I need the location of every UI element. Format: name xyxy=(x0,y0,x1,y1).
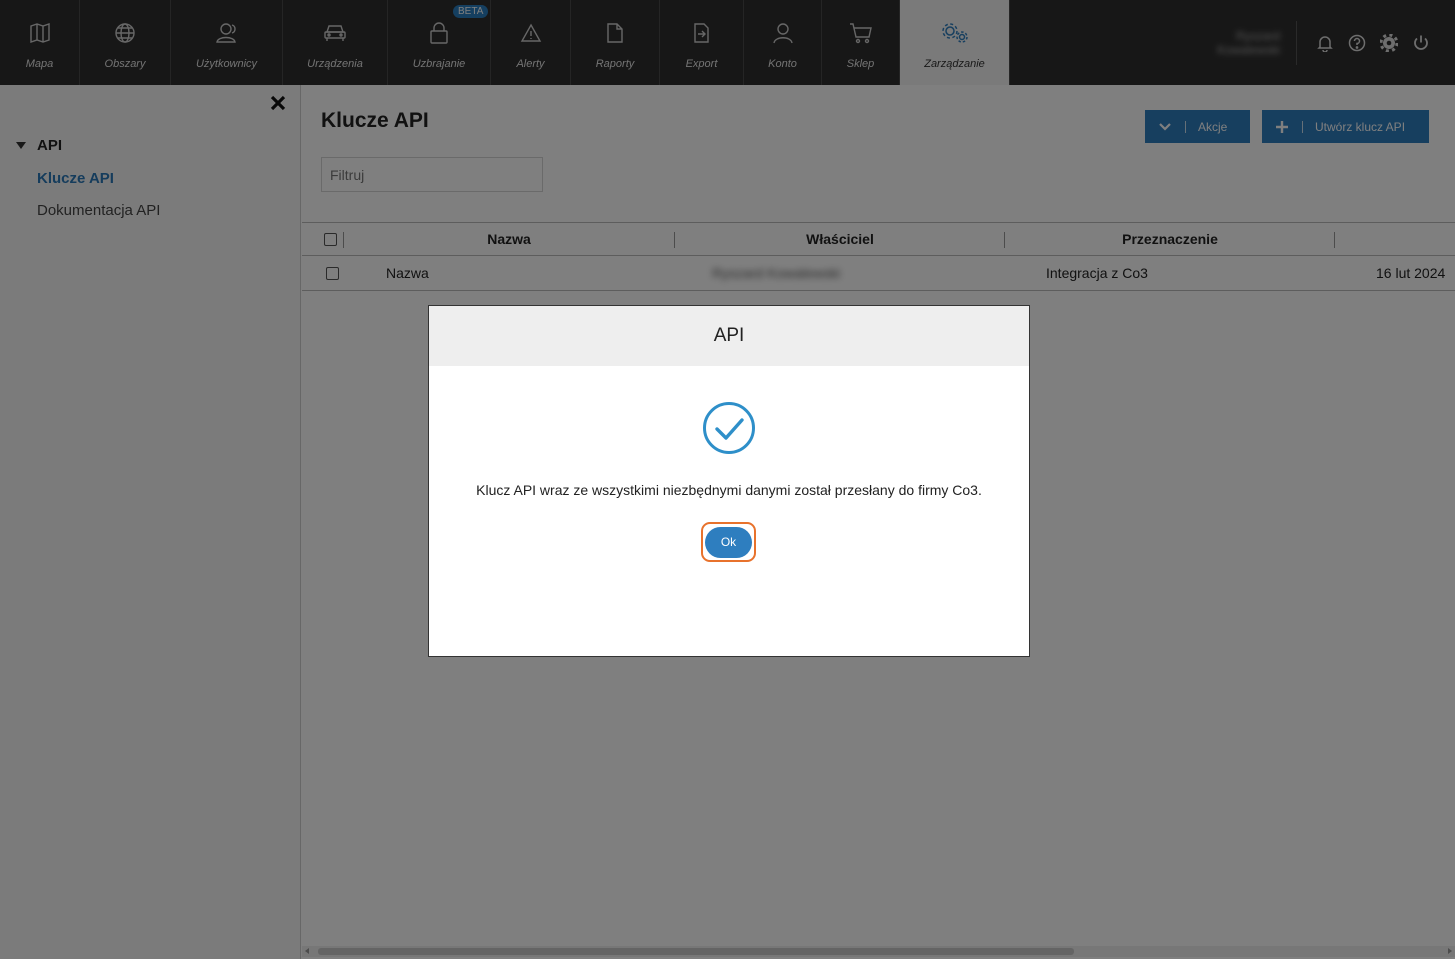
ok-button[interactable]: Ok xyxy=(705,526,752,558)
confirmation-dialog: API Klucz API wraz ze wszystkimi niezbęd… xyxy=(428,305,1030,657)
dialog-message: Klucz API wraz ze wszystkimi niezbędnymi… xyxy=(476,482,982,498)
check-circle-icon xyxy=(702,401,756,460)
ok-button-focus-ring: Ok xyxy=(701,522,756,562)
dialog-title: API xyxy=(429,306,1029,366)
modal-backdrop: API Klucz API wraz ze wszystkimi niezbęd… xyxy=(0,0,1455,959)
